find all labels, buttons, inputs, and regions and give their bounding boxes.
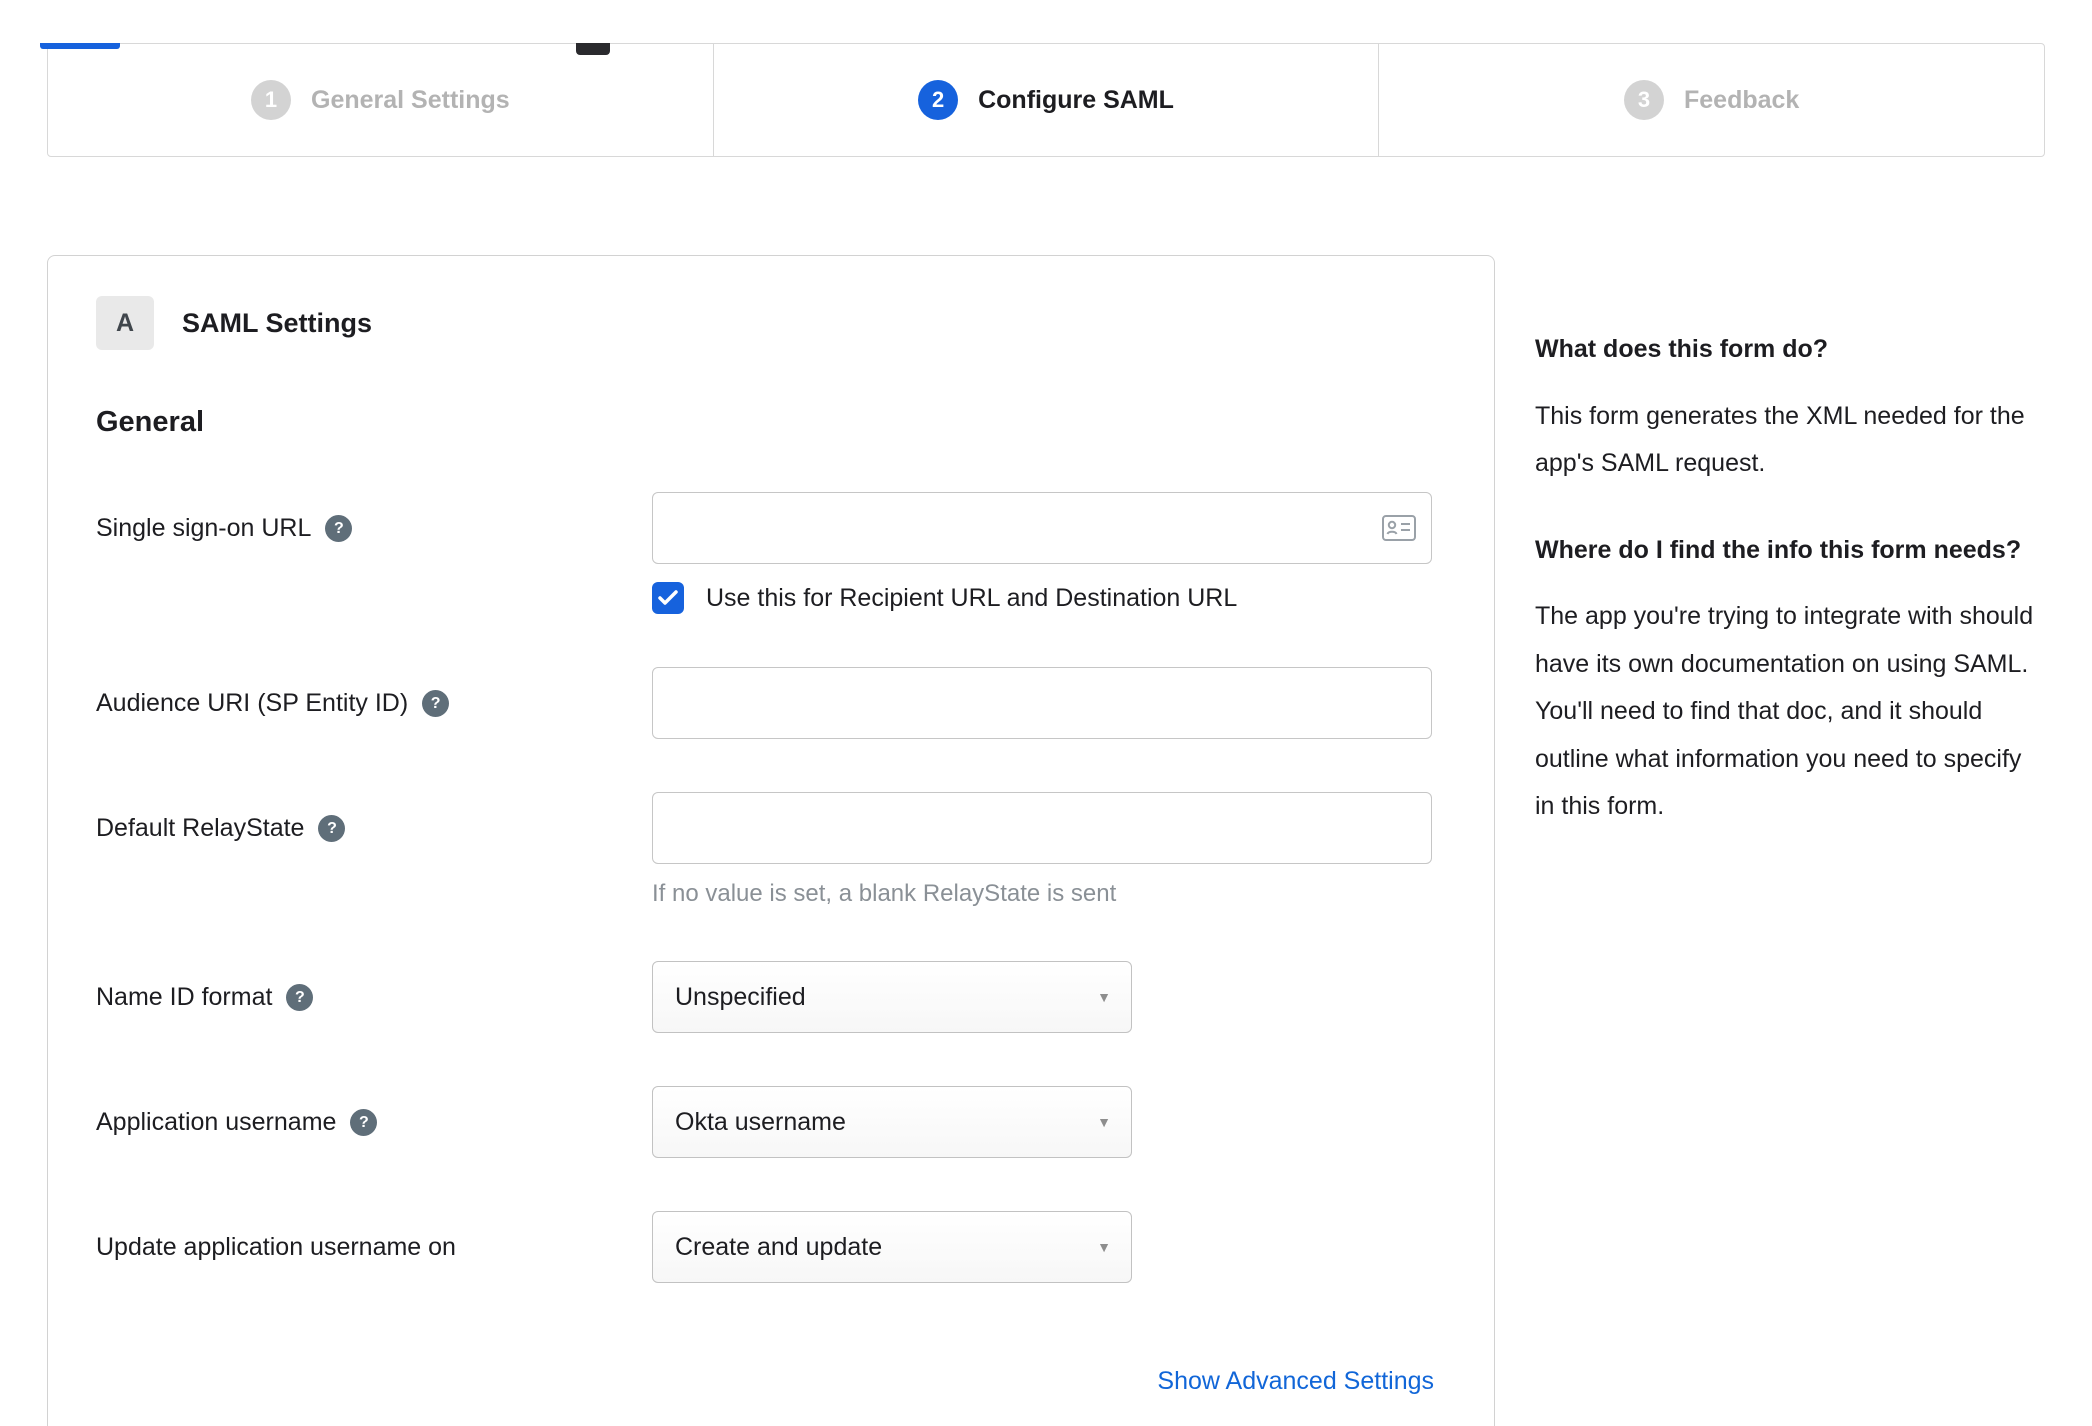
panel-header: A SAML Settings bbox=[96, 296, 1434, 350]
help-icon[interactable]: ? bbox=[422, 690, 450, 717]
step-3-number-badge: 3 bbox=[1624, 80, 1664, 120]
general-section-title: General bbox=[96, 406, 204, 438]
name-id-format-control: Unspecified ▼ bbox=[652, 961, 1434, 1033]
update-username-label-cell: Update application username on bbox=[96, 1211, 652, 1262]
update-username-row: Update application username on Create an… bbox=[96, 1211, 1434, 1283]
step-1-number-badge: 1 bbox=[251, 80, 291, 120]
advanced-settings-row: Show Advanced Settings bbox=[96, 1367, 1434, 1396]
sso-url-label-cell: Single sign-on URL ? bbox=[96, 492, 652, 543]
application-username-row: Application username ? Okta username ▼ bbox=[96, 1086, 1434, 1158]
recipient-url-checkbox-label: Use this for Recipient URL and Destinati… bbox=[706, 583, 1238, 612]
help-answer-2: The app you're trying to integrate with … bbox=[1535, 602, 2034, 820]
application-username-select[interactable]: Okta username ▼ bbox=[652, 1086, 1132, 1158]
step-3-label: Feedback bbox=[1684, 85, 1800, 114]
help-sidebar: What does this form do? This form genera… bbox=[1535, 255, 2045, 875]
recipient-url-checkbox[interactable] bbox=[652, 582, 684, 614]
audience-uri-input[interactable] bbox=[652, 667, 1432, 739]
dropdown-caret-icon: ▼ bbox=[1097, 1239, 1111, 1255]
update-username-control: Create and update ▼ bbox=[652, 1211, 1434, 1283]
default-relaystate-input[interactable] bbox=[652, 792, 1432, 864]
step-1-label: General Settings bbox=[311, 85, 510, 114]
help-icon[interactable]: ? bbox=[286, 984, 314, 1011]
saml-settings-panel: A SAML Settings General Single sign-on U… bbox=[47, 255, 1495, 1426]
main-content: A SAML Settings General Single sign-on U… bbox=[47, 255, 2045, 1426]
sso-url-row: Single sign-on URL ? Use this for Recipi… bbox=[96, 492, 1434, 614]
show-advanced-settings-link[interactable]: Show Advanced Settings bbox=[1157, 1367, 1434, 1396]
step-2-label: Configure SAML bbox=[978, 85, 1174, 114]
name-id-format-value: Unspecified bbox=[675, 982, 806, 1011]
audience-uri-label-cell: Audience URI (SP Entity ID) ? bbox=[96, 667, 652, 718]
update-username-select[interactable]: Create and update ▼ bbox=[652, 1211, 1132, 1283]
cropped-link-fragment bbox=[40, 43, 120, 49]
name-id-format-select[interactable]: Unspecified ▼ bbox=[652, 961, 1132, 1033]
insert-field-icon[interactable] bbox=[1382, 515, 1416, 541]
step-general-settings[interactable]: 1 General Settings bbox=[48, 44, 713, 156]
help-icon[interactable]: ? bbox=[350, 1109, 378, 1136]
checkmark-icon bbox=[658, 590, 678, 605]
sso-url-input[interactable] bbox=[652, 492, 1432, 564]
recipient-url-checkbox-row: Use this for Recipient URL and Destinati… bbox=[652, 582, 1434, 614]
dropdown-caret-icon: ▼ bbox=[1097, 989, 1111, 1005]
name-id-format-label-cell: Name ID format ? bbox=[96, 961, 652, 1012]
audience-uri-label: Audience URI (SP Entity ID) bbox=[96, 689, 409, 717]
relaystate-row: Default RelayState ? If no value is set,… bbox=[96, 792, 1434, 908]
relaystate-label-cell: Default RelayState ? bbox=[96, 792, 652, 843]
help-question-1: What does this form do? bbox=[1535, 335, 1829, 363]
help-icon[interactable]: ? bbox=[318, 815, 346, 842]
update-username-label: Update application username on bbox=[96, 1233, 456, 1261]
relaystate-control: If no value is set, a blank RelayState i… bbox=[652, 792, 1434, 908]
help-icon[interactable]: ? bbox=[325, 515, 353, 542]
audience-uri-control bbox=[652, 667, 1434, 739]
name-id-format-label: Name ID format bbox=[96, 983, 273, 1011]
cropped-logo-fragment bbox=[576, 43, 610, 55]
application-username-label: Application username bbox=[96, 1108, 337, 1136]
relaystate-label: Default RelayState bbox=[96, 814, 305, 842]
step-2-number-badge: 2 bbox=[918, 80, 959, 120]
relaystate-helper-text: If no value is set, a blank RelayState i… bbox=[652, 880, 1117, 907]
update-username-value: Create and update bbox=[675, 1232, 883, 1261]
audience-uri-row: Audience URI (SP Entity ID) ? bbox=[96, 667, 1434, 739]
application-username-control: Okta username ▼ bbox=[652, 1086, 1434, 1158]
help-question-2: Where do I find the info this form needs… bbox=[1535, 535, 2022, 564]
application-username-label-cell: Application username ? bbox=[96, 1086, 652, 1137]
section-a-badge: A bbox=[96, 296, 154, 350]
sso-url-label: Single sign-on URL bbox=[96, 514, 312, 542]
panel-title: SAML Settings bbox=[182, 307, 373, 338]
dropdown-caret-icon: ▼ bbox=[1097, 1114, 1111, 1130]
help-answer-1: This form generates the XML needed for t… bbox=[1535, 401, 2025, 478]
wizard-stepper: 1 General Settings 2 Configure SAML 3 Fe… bbox=[47, 43, 2045, 157]
application-username-value: Okta username bbox=[675, 1107, 846, 1136]
sso-url-control: Use this for Recipient URL and Destinati… bbox=[652, 492, 1434, 614]
step-feedback[interactable]: 3 Feedback bbox=[1378, 44, 2044, 156]
step-configure-saml[interactable]: 2 Configure SAML bbox=[712, 44, 1379, 156]
name-id-format-row: Name ID format ? Unspecified ▼ bbox=[96, 961, 1434, 1033]
